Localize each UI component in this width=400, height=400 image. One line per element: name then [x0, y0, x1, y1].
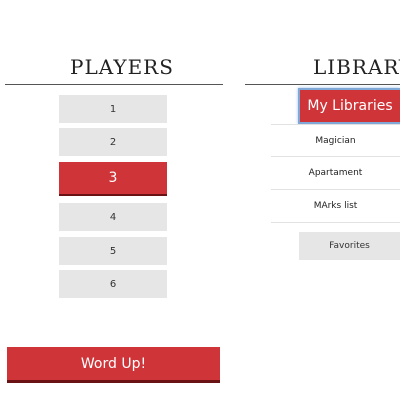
player-count-6[interactable]: 6 — [59, 270, 167, 298]
word-up-button[interactable]: Word Up! — [7, 347, 220, 383]
library-divider — [245, 84, 400, 85]
favorites-button[interactable]: Favorites — [299, 232, 400, 260]
player-count-1[interactable]: 1 — [59, 95, 167, 123]
players-title: PLAYERS — [70, 55, 174, 79]
player-count-4[interactable]: 4 — [59, 203, 167, 231]
app-screen: PLAYERS 1 2 3 4 5 6 Word Up! LIBRARY My … — [0, 0, 400, 400]
library-item-marks-list[interactable]: MArks list — [271, 190, 400, 223]
library-title: LIBRARY — [313, 55, 400, 79]
player-count-3[interactable]: 3 — [59, 162, 167, 196]
library-item-apartament[interactable]: Apartament — [271, 157, 400, 190]
my-libraries-button[interactable]: My Libraries — [298, 88, 400, 124]
player-count-2[interactable]: 2 — [59, 128, 167, 156]
library-item-magician[interactable]: Magician — [271, 124, 400, 157]
players-divider — [5, 84, 223, 85]
player-count-5[interactable]: 5 — [59, 237, 167, 265]
